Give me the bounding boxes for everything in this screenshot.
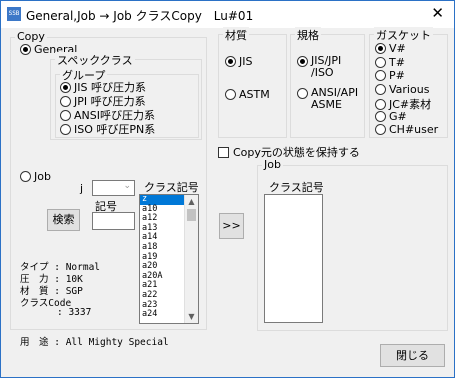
- job-radio[interactable]: Job: [20, 170, 51, 183]
- standard-option-ansi[interactable]: ANSI/API ASME: [297, 87, 358, 111]
- chevron-down-icon: ⌄: [123, 181, 131, 191]
- scrollbar[interactable]: ▲ ▼: [184, 195, 198, 323]
- scrollbar-thumb[interactable]: [187, 209, 196, 221]
- radio-dot-icon: [20, 44, 31, 55]
- gasket-legend: ガスケット: [374, 27, 433, 43]
- gasket-option-label: P#: [389, 69, 405, 82]
- radio-dot-icon: [375, 124, 386, 135]
- keep-state-checkbox[interactable]: Copy元の状態を保持する: [218, 144, 360, 160]
- material-group: 材質: [218, 27, 287, 138]
- checkbox-icon: [218, 146, 229, 158]
- gasket-option-t[interactable]: T#: [375, 56, 405, 69]
- class-label: クラス記号: [144, 181, 199, 194]
- close-button[interactable]: 閉じる: [380, 344, 445, 367]
- group-option-iso[interactable]: ISO 呼び圧PN系: [60, 121, 155, 137]
- copy-group-legend: Copy: [15, 30, 47, 43]
- gasket-option-p[interactable]: P#: [375, 69, 405, 82]
- keep-state-label: Copy元の状態を保持する: [233, 146, 360, 159]
- radio-dot-icon: [60, 95, 71, 107]
- radio-dot-icon: [375, 70, 386, 81]
- usage-label: 用 途: [20, 337, 49, 348]
- radio-dot-icon: [297, 56, 308, 67]
- gasket-option-v[interactable]: V#: [375, 42, 406, 55]
- radio-dot-icon: [60, 123, 71, 135]
- radio-dot-icon: [375, 98, 386, 110]
- j-label: j: [80, 182, 84, 195]
- scroll-down-icon[interactable]: ▼: [185, 310, 198, 323]
- gasket-option-ch[interactable]: CH#user: [375, 123, 438, 136]
- material-option-astm[interactable]: ASTM: [225, 88, 270, 101]
- radio-dot-icon: [375, 56, 386, 68]
- j-select[interactable]: ⌄: [92, 180, 135, 196]
- radio-dot-icon: [375, 43, 386, 54]
- radio-dot-icon: [375, 110, 386, 122]
- material-option-label: ASTM: [239, 88, 270, 101]
- job-class-label: クラス記号: [269, 181, 324, 194]
- gasket-option-various[interactable]: Various: [375, 83, 429, 96]
- number-input[interactable]: [92, 212, 135, 230]
- material-option-label: JIS: [239, 55, 253, 68]
- scroll-up-icon[interactable]: ▲: [185, 195, 198, 208]
- close-icon[interactable]: ✕: [431, 4, 444, 22]
- gasket-option-g[interactable]: G#: [375, 110, 407, 123]
- radio-dot-icon: [225, 56, 236, 67]
- app-icon: SSB: [7, 7, 21, 21]
- gasket-option-label: Various: [389, 82, 430, 96]
- info-code-value: : 3337: [57, 307, 92, 318]
- radio-dot-icon: [60, 81, 71, 93]
- title-bar: SSB General,Job → Job クラスCopy Lu#01 ✕: [1, 1, 454, 28]
- window-title: General,Job → Job クラスCopy Lu#01: [26, 9, 254, 23]
- standard-legend: 規格: [295, 27, 321, 43]
- material-option-jis[interactable]: JIS: [225, 55, 252, 68]
- standard-option-label: ANSI/API ASME: [311, 86, 359, 111]
- gasket-option-label: CH#user: [389, 123, 439, 136]
- job-radio-label: Job: [34, 170, 51, 183]
- standard-option-label: JIS/JPI /ISO: [311, 54, 342, 79]
- dialog-window: SSB General,Job → Job クラスCopy Lu#01 ✕ Co…: [0, 0, 455, 378]
- job-class-listbox[interactable]: [264, 194, 323, 323]
- job-legend: Job: [262, 158, 283, 171]
- usage-row: 用 途 : All Mighty Special: [20, 334, 169, 348]
- search-button[interactable]: 検索: [47, 209, 80, 231]
- material-legend: 材質: [223, 27, 249, 43]
- standard-option-jis[interactable]: JIS/JPI /ISO: [297, 55, 341, 79]
- radio-dot-icon: [20, 171, 31, 182]
- gasket-option-label: T#: [389, 55, 405, 69]
- spec-class-legend: スペッククラス: [55, 52, 135, 68]
- gasket-option-label: G#: [389, 109, 407, 123]
- transfer-button[interactable]: >>: [219, 213, 244, 239]
- radio-dot-icon: [375, 83, 386, 95]
- gasket-option-label: V#: [389, 42, 406, 55]
- radio-dot-icon: [225, 89, 236, 100]
- radio-dot-icon: [297, 88, 308, 99]
- usage-value: : All Mighty Special: [54, 337, 169, 348]
- radio-dot-icon: [60, 109, 71, 121]
- group-option-label: ISO 呼び圧PN系: [74, 123, 156, 136]
- class-listbox[interactable]: z a10 a12 a13 a14 a18 a19 a20 a20A a21 a22 a23 a24 ▲…: [139, 194, 199, 324]
